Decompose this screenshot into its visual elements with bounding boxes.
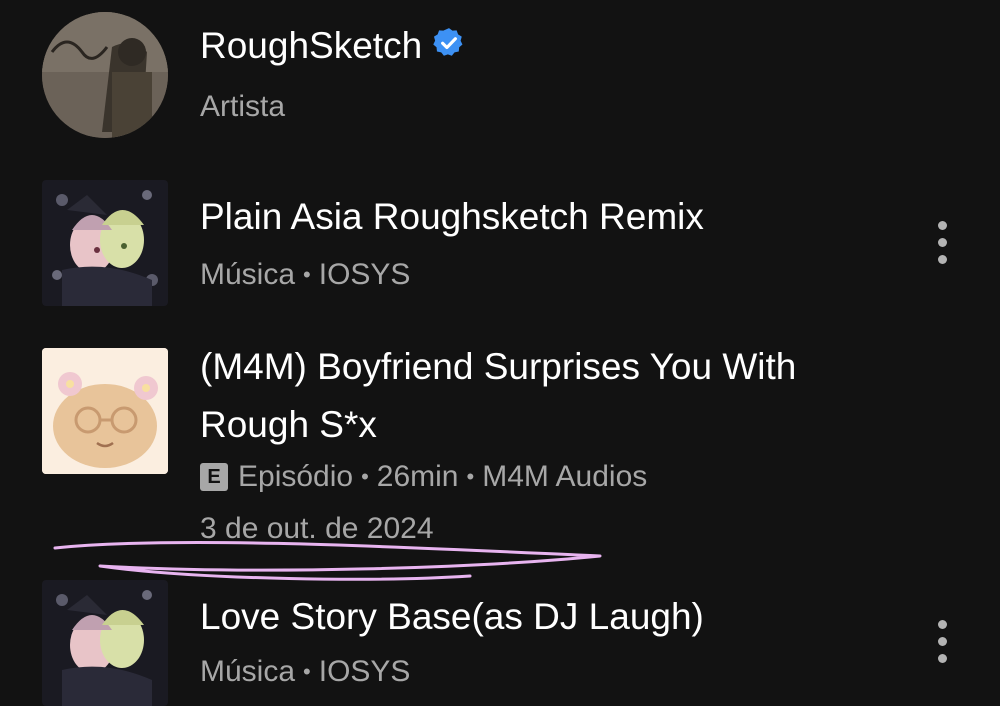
more-dot-icon: [937, 636, 947, 646]
separator-dot: •: [361, 464, 369, 489]
song-title: Plain Asia Roughsketch Remix: [200, 196, 704, 237]
artist-link[interactable]: IOSYS: [319, 258, 411, 292]
show-link[interactable]: M4M Audios: [482, 460, 647, 494]
artist-name: RoughSketch: [200, 24, 466, 70]
song-subtitle: Música • IOSYS: [200, 258, 410, 292]
album-art: [42, 580, 168, 706]
result-row-song[interactable]: Love Story Base(as DJ Laugh) Música • IOSY…: [0, 575, 1000, 706]
more-options-button[interactable]: [924, 212, 960, 272]
episode-subtitle: E Episódio • 26min • M4M Audios: [200, 460, 647, 494]
type-label: Música: [200, 655, 296, 688]
artist-link[interactable]: IOSYS: [319, 655, 411, 689]
type-label: Episódio: [238, 460, 354, 493]
explicit-badge-icon: E: [200, 463, 228, 491]
separator-dot: •: [303, 659, 311, 684]
more-dot-icon: [937, 619, 947, 629]
artist-avatar: [42, 12, 168, 138]
more-dot-icon: [937, 237, 947, 247]
result-row-artist[interactable]: RoughSketch Artista: [0, 0, 1000, 150]
separator-dot: •: [303, 262, 311, 287]
podcast-cover: [42, 348, 168, 474]
album-art: [42, 180, 168, 306]
result-row-episode[interactable]: (M4M) Boyfriend Surprises You With Rough…: [0, 340, 1000, 555]
more-dot-icon: [937, 220, 947, 230]
result-row-song[interactable]: Plain Asia Roughsketch Remix Música • IOSY…: [0, 170, 1000, 315]
episode-duration: 26min: [376, 460, 459, 493]
song-title: Love Story Base(as DJ Laugh): [200, 596, 704, 637]
more-dot-icon: [937, 653, 947, 663]
more-dot-icon: [937, 254, 947, 264]
episode-date: 3 de out. de 2024: [200, 512, 434, 545]
artist-name-text: RoughSketch: [200, 25, 423, 66]
episode-title-line2: Rough S*x: [200, 404, 377, 445]
artist-subtitle: Artista: [200, 90, 286, 123]
episode-title-line1: (M4M) Boyfriend Surprises You With: [200, 346, 797, 387]
song-subtitle: Música • IOSYS: [200, 655, 410, 689]
more-options-button[interactable]: [924, 611, 960, 671]
verified-badge-icon: [432, 26, 466, 70]
type-label: Música: [200, 258, 296, 291]
separator-dot: •: [466, 464, 475, 489]
